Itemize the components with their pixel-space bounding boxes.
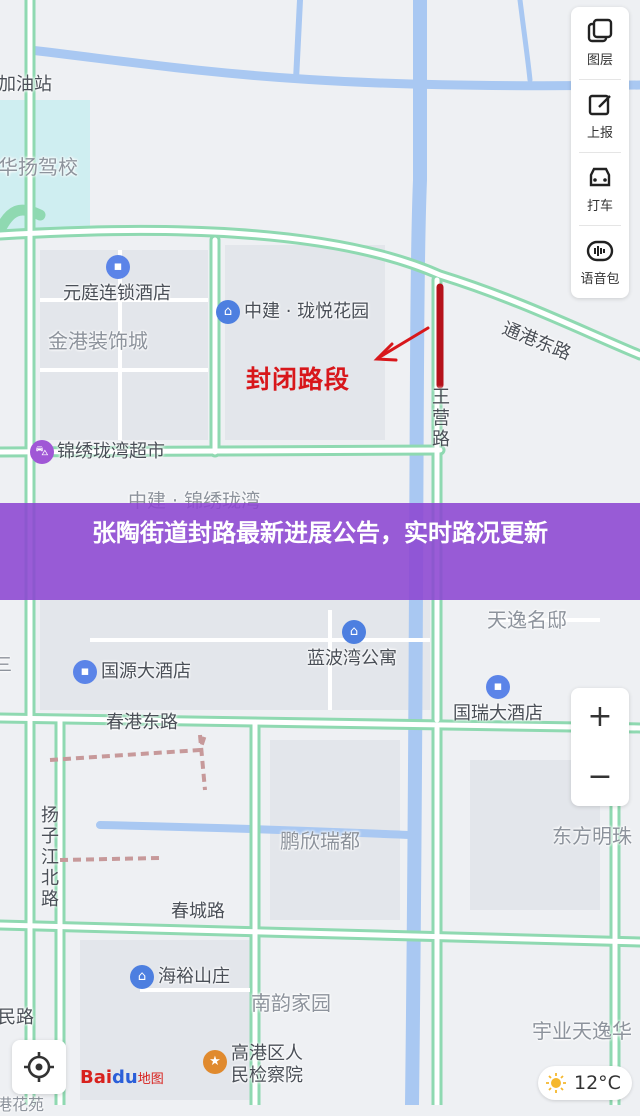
zoom-in-button[interactable]: + bbox=[571, 688, 629, 746]
garden-zhongjian-label[interactable]: 中建 · 珑悦花园 bbox=[244, 301, 369, 323]
hotel-guoyuan-label[interactable]: 国源大酒店 bbox=[101, 661, 191, 683]
layers-button[interactable]: 图层 bbox=[571, 7, 629, 79]
apartment-icon[interactable]: ⌂ bbox=[342, 620, 366, 644]
road-chuncheng-label: 春城路 bbox=[171, 901, 225, 922]
residence-icon[interactable]: ⌂ bbox=[216, 300, 240, 324]
taxi-button[interactable]: 打车 bbox=[571, 153, 629, 225]
map-toolbar: 图层 上报 打车 语音包 bbox=[571, 7, 629, 298]
apartment-lanbo-label[interactable]: 蓝波湾公寓 bbox=[307, 648, 397, 670]
pengxin-ruidu-label: 鹏欣瑞都 bbox=[280, 829, 360, 853]
locate-icon bbox=[24, 1052, 54, 1082]
logo-bai: Bai bbox=[80, 1067, 113, 1088]
announcement-banner: 张陶街道封路最新进展公告，实时路况更新 bbox=[0, 503, 640, 600]
baidu-logo: Baidu地图 bbox=[80, 1067, 164, 1088]
supermarket-label[interactable]: 锦绣珑湾超市 bbox=[57, 441, 165, 463]
weather-widget[interactable]: 12°C bbox=[538, 1066, 632, 1100]
minju-road-label: 民路 bbox=[0, 1007, 34, 1028]
dongfang-mingzhu-label: 东方明珠 bbox=[552, 824, 632, 848]
voice-pack-label: 语音包 bbox=[580, 272, 620, 287]
taxi-label: 打车 bbox=[586, 199, 613, 214]
tianyi-mansion-label: 天逸名邸 bbox=[487, 608, 567, 632]
temperature-label: 12°C bbox=[574, 1072, 621, 1094]
zoom-out-button[interactable]: − bbox=[571, 748, 629, 806]
haiyu-icon[interactable]: ⌂ bbox=[130, 965, 154, 989]
procuratorate-label[interactable]: 高港区人民检察院 bbox=[231, 1043, 309, 1087]
hotel-icon[interactable]: ▪ bbox=[106, 255, 130, 279]
nanyun-garden-label: 南韵家园 bbox=[251, 991, 331, 1015]
sun-icon bbox=[546, 1073, 566, 1093]
decoration-city-label: 金港装饰城 bbox=[48, 329, 148, 353]
voice-pack-button[interactable]: 语音包 bbox=[571, 226, 629, 298]
locate-button[interactable] bbox=[12, 1040, 66, 1094]
road-yangzijiang-label: 扬子江北路 bbox=[41, 805, 59, 910]
gas-station-label: 加油站 bbox=[0, 74, 52, 95]
logo-du: du bbox=[112, 1067, 138, 1088]
logo-map: 地图 bbox=[137, 1072, 164, 1087]
road-wangying-label: 王营路 bbox=[432, 387, 450, 450]
road-chungang-label: 春港东路 bbox=[106, 712, 178, 733]
hotel-guorui-icon[interactable]: ▪ bbox=[486, 675, 510, 699]
edge-bottom-left-label: 港花苑 bbox=[0, 1095, 45, 1114]
closed-section-label: 封闭路段 bbox=[246, 365, 351, 394]
layers-icon bbox=[587, 18, 613, 43]
taxi-icon bbox=[589, 167, 611, 187]
hotel-yuanting-label[interactable]: 元庭连锁酒店 bbox=[63, 283, 171, 305]
report-button[interactable]: 上报 bbox=[571, 80, 629, 152]
layers-label: 图层 bbox=[586, 53, 613, 68]
driving-school-label: 华扬驾校 bbox=[0, 155, 78, 179]
report-label: 上报 bbox=[586, 126, 613, 141]
voice-pack-icon bbox=[586, 240, 614, 262]
haiyu-villa-label[interactable]: 海裕山庄 bbox=[158, 966, 230, 988]
hotel-guorui-label[interactable]: 国瑞大酒店 bbox=[453, 703, 543, 725]
san-label: 三 bbox=[0, 655, 12, 676]
zoom-control: + − bbox=[571, 688, 629, 806]
supermarket-icon[interactable]: ⛍ bbox=[30, 440, 54, 464]
report-icon bbox=[588, 94, 611, 116]
hotel-guoyuan-icon[interactable]: ▪ bbox=[73, 660, 97, 684]
yuye-tianyi-label: 宇业天逸华 bbox=[532, 1019, 632, 1043]
procuratorate-icon[interactable]: ★ bbox=[203, 1050, 227, 1074]
